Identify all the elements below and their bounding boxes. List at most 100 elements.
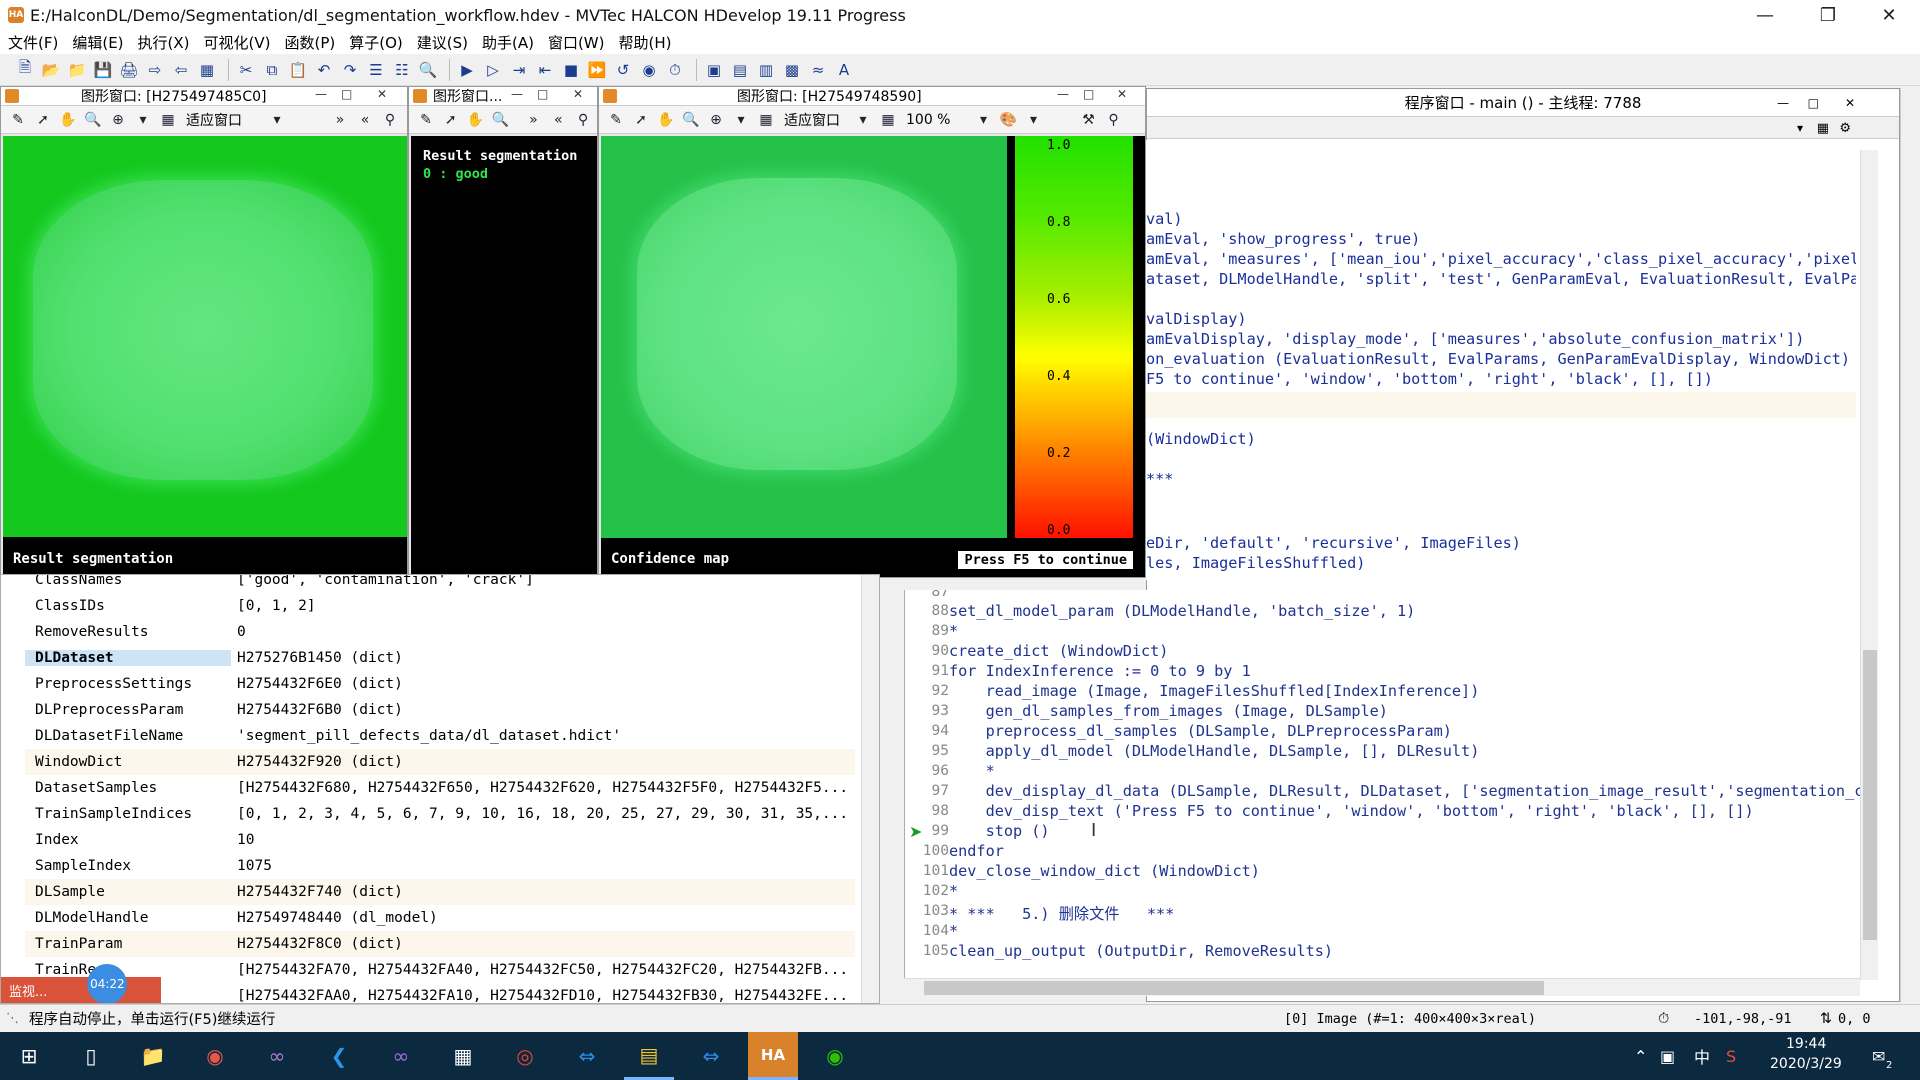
visual-studio-icon[interactable]: ∞ [252, 1032, 302, 1080]
legend-canvas[interactable]: Result segmentation 0 : good [411, 136, 597, 577]
program-code-lower[interactable]: 87 88 set_dl_model_param (DLModelHandle,… [904, 590, 1860, 978]
redo-icon[interactable]: ↷ [339, 59, 361, 81]
lightbulb-icon[interactable]: ⚲ [572, 109, 594, 131]
chevron-down-icon[interactable]: ▾ [1022, 109, 1044, 131]
pointer-icon[interactable]: ➚ [440, 109, 462, 131]
open-recent-icon[interactable]: 📁 [66, 59, 88, 81]
zoom-percent-select[interactable]: 100 % [906, 112, 950, 128]
zoom-icon[interactable]: 🔍 [82, 109, 104, 131]
chevron-down-icon[interactable]: ▾ [266, 109, 288, 131]
vscode-icon[interactable]: ❮ [314, 1032, 364, 1080]
restore-button[interactable]: ❐ [1799, 0, 1857, 30]
chevron-down-icon[interactable]: ▾ [1797, 121, 1803, 135]
fit-window-icon[interactable]: ▦ [157, 109, 179, 131]
scrollbar-thumb[interactable] [1863, 650, 1877, 940]
variable-row[interactable]: ClassIDs [0, 1, 2] [25, 593, 855, 619]
variable-row[interactable]: DatasetSamples [H2754432F680, H2754432F65… [25, 775, 855, 801]
pan-hand-icon[interactable]: ✋ [655, 109, 677, 131]
variable-row[interactable]: DLSample H2754432F740 (dict) [25, 879, 855, 905]
wechat-icon[interactable]: ◉ [810, 1032, 860, 1080]
open-file-icon[interactable]: 📂 [40, 59, 62, 81]
file-explorer-icon[interactable]: 📁 [128, 1032, 178, 1080]
minimize-button[interactable]: — [511, 87, 523, 101]
clock-date[interactable]: 2020/3/29 [1770, 1056, 1842, 1072]
network-icon[interactable]: ▣ [1660, 1047, 1675, 1066]
chrome-icon[interactable]: ◎ [500, 1032, 550, 1080]
variable-row[interactable]: RemoveResults 0 [25, 619, 855, 645]
close-button[interactable]: ✕ [1860, 0, 1918, 30]
fit-window-icon[interactable]: ▦ [755, 109, 777, 131]
zoom-mode-select[interactable]: 适应窗口 [186, 110, 242, 130]
print-icon[interactable]: 🖨 [118, 59, 140, 81]
clear-window-icon[interactable]: ✎ [605, 109, 627, 131]
pan-hand-icon[interactable]: ✋ [57, 109, 79, 131]
variable-row[interactable]: WindowDict H2754432F920 (dict) [25, 749, 855, 775]
halcon-taskbar-icon[interactable]: HA [748, 1032, 798, 1080]
find-icon[interactable]: 🔍 [417, 59, 439, 81]
clear-window-icon[interactable]: ✎ [415, 109, 437, 131]
zoom-in-icon[interactable]: ⊕ [107, 109, 129, 131]
variable-row[interactable]: PreprocessSettings H2754432F6E0 (dict) [25, 671, 855, 697]
close-button[interactable]: ✕ [1117, 87, 1127, 101]
notification-icon[interactable]: ✉ [1872, 1047, 1885, 1066]
menu-suggestions[interactable]: 建议(S) [417, 32, 468, 53]
task-view-icon[interactable]: ▯ [66, 1032, 116, 1080]
maximize-button[interactable]: □ [1083, 87, 1094, 101]
chevron-down-icon[interactable]: ▾ [132, 109, 154, 131]
procedure-icon[interactable]: ▦ [1817, 121, 1829, 136]
menu-visualization[interactable]: 可视化(V) [204, 32, 271, 53]
program-horizontal-scrollbar[interactable] [904, 978, 1860, 996]
ocr-icon[interactable]: A [833, 59, 855, 81]
variable-scrollbar[interactable] [861, 575, 879, 1003]
menu-window[interactable]: 窗口(W) [548, 32, 605, 53]
menu-procedures[interactable]: 函数(P) [284, 32, 335, 53]
ime-indicator[interactable]: 中 [1694, 1044, 1710, 1068]
pointer-icon[interactable]: ➚ [32, 109, 54, 131]
gray-histogram-icon[interactable]: ▤ [729, 59, 751, 81]
variable-row[interactable]: DLModelHandle H27549748440 (dl_model) [25, 905, 855, 931]
variable-row[interactable]: ClassNames ['good', 'contamination', 'cra… [25, 575, 855, 593]
zoom-mode-select[interactable]: 适应窗口 [784, 110, 840, 130]
menu-operators[interactable]: 算子(O) [349, 32, 403, 53]
main-vertical-scrollbar[interactable] [1900, 88, 1920, 1002]
minimize-button[interactable]: — [1777, 96, 1789, 110]
step-into-icon[interactable]: ⇥ [508, 59, 530, 81]
segmentation-canvas[interactable]: Result segmentation [3, 136, 407, 577]
import-icon[interactable]: ⇦ [170, 59, 192, 81]
pointer-icon[interactable]: ➚ [630, 109, 652, 131]
expand-toolbar-icon[interactable]: « [547, 109, 569, 131]
scrollbar-thumb[interactable] [924, 981, 1544, 995]
close-button[interactable]: ✕ [377, 87, 387, 101]
copy-icon[interactable]: ⧉ [261, 59, 283, 81]
close-button[interactable]: ✕ [573, 87, 583, 101]
chart-app-icon[interactable]: ▤ [624, 1032, 674, 1080]
feature-histogram-icon[interactable]: ▥ [755, 59, 777, 81]
monitor-badge[interactable]: 监视... 04:22 [1, 964, 161, 1003]
chevron-down-icon[interactable]: ▾ [852, 109, 874, 131]
breakpoint-icon[interactable]: ◉ [638, 59, 660, 81]
lightbulb-icon[interactable]: ⚲ [379, 109, 401, 131]
reset-icon[interactable]: ↺ [612, 59, 634, 81]
program-vertical-scrollbar[interactable] [1860, 150, 1878, 980]
teamviewer-icon[interactable]: ⇔ [562, 1032, 612, 1080]
cut-icon[interactable]: ✂ [235, 59, 257, 81]
browser-icon[interactable]: ◉ [190, 1032, 240, 1080]
menu-edit[interactable]: 编辑(E) [72, 32, 123, 53]
step-over-icon[interactable]: ▷ [482, 59, 504, 81]
clear-window-icon[interactable]: ✎ [7, 109, 29, 131]
zoom-window-icon[interactable]: ▣ [703, 59, 725, 81]
run-icon[interactable]: ▶ [456, 59, 478, 81]
zoom-in-icon[interactable]: ⊕ [705, 109, 727, 131]
step-out-icon[interactable]: ⇤ [534, 59, 556, 81]
close-button[interactable]: ✕ [1845, 96, 1855, 110]
variable-row[interactable]: Index 10 [25, 827, 855, 853]
save-icon[interactable]: 💾 [92, 59, 114, 81]
minimize-button[interactable]: — [315, 87, 327, 101]
paste-icon[interactable]: 📋 [287, 59, 309, 81]
stop-icon[interactable]: ■ [560, 59, 582, 81]
maximize-button[interactable]: □ [341, 87, 352, 101]
maximize-button[interactable]: □ [1808, 96, 1819, 110]
undo-icon[interactable]: ↶ [313, 59, 335, 81]
zoom-percent-icon[interactable]: ▦ [877, 109, 899, 131]
variable-row[interactable]: DLPreprocessParam H2754432F6B0 (dict) [25, 697, 855, 723]
